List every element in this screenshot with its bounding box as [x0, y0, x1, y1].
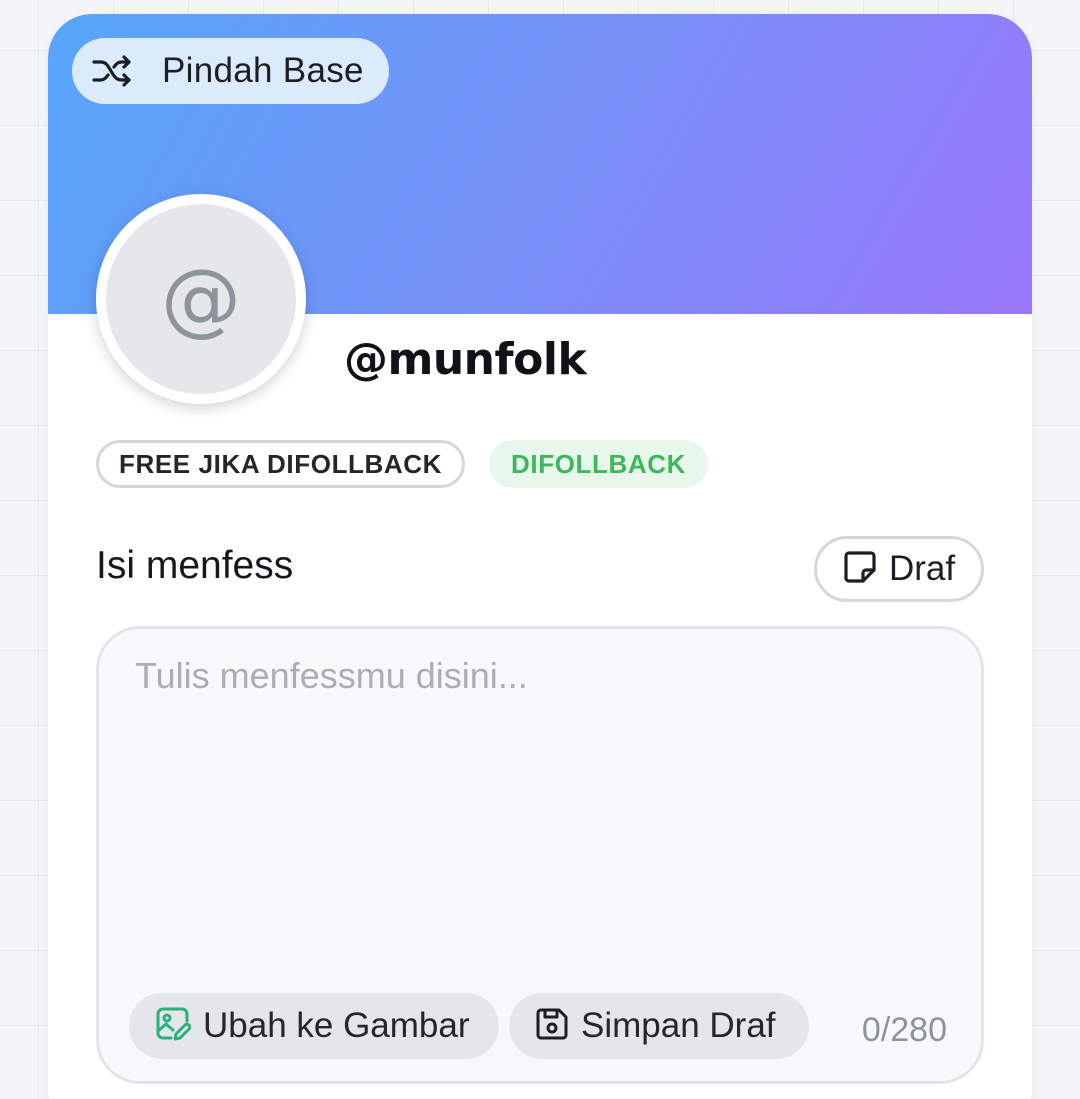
avatar: @	[96, 194, 306, 404]
sticky-note-icon	[843, 550, 877, 589]
convert-to-image-button[interactable]: Ubah ke Gambar	[129, 993, 499, 1059]
username: @munfolk	[344, 334, 587, 385]
floppy-disk-icon	[535, 1007, 569, 1046]
character-counter: 0/280	[861, 1011, 947, 1049]
shuffle-icon	[92, 54, 132, 88]
save-draft-label: Simpan Draf	[581, 1006, 776, 1045]
drafts-button-label: Draf	[888, 549, 956, 588]
drafts-button[interactable]: Draf	[814, 536, 984, 602]
badge-row: FREE JIKA DIFOLLBACK DIFOLLBACK	[96, 440, 709, 488]
menfess-editor: Ubah ke Gambar Simpan Draf 0/280	[96, 626, 984, 1084]
free-if-followback-badge: FREE JIKA DIFOLLBACK	[96, 440, 466, 488]
switch-base-button[interactable]: Pindah Base	[72, 38, 389, 104]
followback-status-badge: DIFOLLBACK	[489, 440, 709, 488]
image-edit-icon	[155, 1006, 192, 1047]
save-draft-button[interactable]: Simpan Draf	[509, 993, 809, 1059]
switch-base-label: Pindah Base	[162, 51, 364, 90]
convert-to-image-label: Ubah ke Gambar	[203, 1006, 470, 1045]
at-sign-icon: @	[161, 252, 241, 345]
composer-title: Isi menfess	[96, 544, 294, 587]
menfess-input[interactable]	[135, 655, 935, 955]
profile-card: Pindah Base @ @munfolk FREE JIKA DIFOLLB…	[48, 14, 1032, 1099]
